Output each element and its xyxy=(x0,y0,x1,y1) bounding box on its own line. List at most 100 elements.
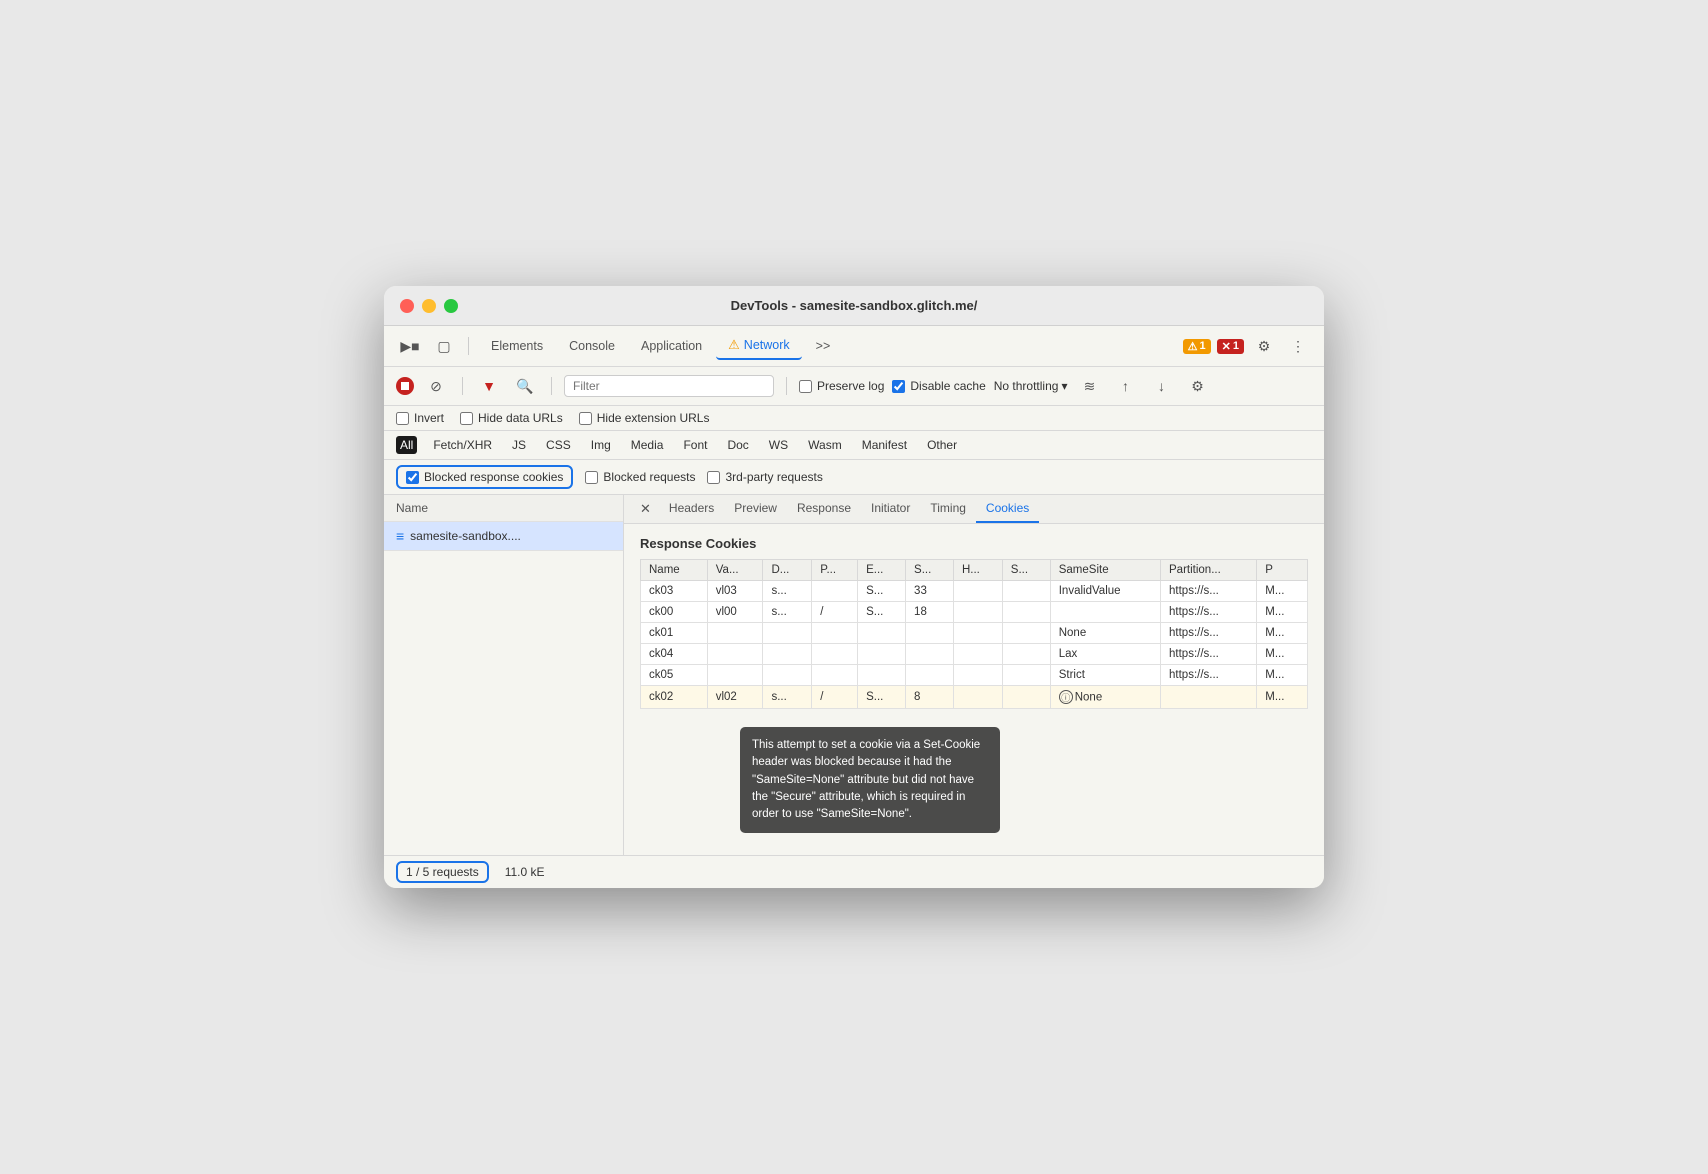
requests-badge: 1 / 5 requests xyxy=(396,861,489,883)
error-icon-badge: ✕ xyxy=(1222,340,1231,353)
tab-elements[interactable]: Elements xyxy=(479,334,555,358)
minimize-button[interactable] xyxy=(422,299,436,313)
type-all[interactable]: All xyxy=(396,436,417,454)
hide-extension-urls-checkbox[interactable] xyxy=(579,412,592,425)
cell-expires: S... xyxy=(858,602,906,623)
upload-icon[interactable]: ↑ xyxy=(1111,372,1139,400)
type-img[interactable]: Img xyxy=(587,436,615,454)
fullscreen-button[interactable] xyxy=(444,299,458,313)
throttle-select[interactable]: No throttling ▾ xyxy=(994,379,1068,393)
blocked-requests-checkbox[interactable] xyxy=(585,471,598,484)
cell-expires xyxy=(858,644,906,665)
cell-samesite: ⓘNone xyxy=(1050,686,1160,709)
more-icon[interactable]: ⋮ xyxy=(1284,332,1312,360)
cell-http xyxy=(953,644,1002,665)
blocked-response-cookies-label[interactable]: Blocked response cookies xyxy=(396,465,573,489)
table-row[interactable]: ck01 None https://s... M... xyxy=(641,623,1308,644)
search-icon[interactable]: 🔍 xyxy=(511,372,539,400)
status-bar: 1 / 5 requests 11.0 kE xyxy=(384,855,1324,888)
hide-extension-urls-label[interactable]: Hide extension URLs xyxy=(579,411,710,425)
type-manifest[interactable]: Manifest xyxy=(858,436,911,454)
type-font[interactable]: Font xyxy=(679,436,711,454)
cell-size xyxy=(906,623,954,644)
type-other[interactable]: Other xyxy=(923,436,961,454)
cell-name: ck01 xyxy=(641,623,708,644)
cookies-table: Name Va... D... P... E... S... H... S...… xyxy=(640,559,1308,709)
wifi-icon[interactable]: ≋ xyxy=(1075,372,1103,400)
tab-network[interactable]: ⚠ Network xyxy=(716,332,802,360)
cell-priority: M... xyxy=(1257,686,1308,709)
tab-response[interactable]: Response xyxy=(787,495,861,523)
tab-more[interactable]: >> xyxy=(804,334,843,358)
cell-partition: https://s... xyxy=(1161,581,1257,602)
filter-input[interactable] xyxy=(564,375,774,397)
type-wasm[interactable]: Wasm xyxy=(804,436,846,454)
table-row-highlighted[interactable]: ck02 vl02 s... / S... 8 ⓘNone xyxy=(641,686,1308,709)
cell-name: ck04 xyxy=(641,644,708,665)
third-party-requests-label[interactable]: 3rd-party requests xyxy=(707,470,822,484)
cell-partition: https://s... xyxy=(1161,602,1257,623)
preserve-log-checkbox[interactable] xyxy=(799,380,812,393)
cell-secure xyxy=(1002,581,1050,602)
table-row[interactable]: ck03 vl03 s... S... 33 InvalidValue http… xyxy=(641,581,1308,602)
hide-data-urls-checkbox[interactable] xyxy=(460,412,473,425)
table-row[interactable]: ck05 Strict https://s... M... xyxy=(641,665,1308,686)
table-row[interactable]: ck00 vl00 s... / S... 18 https://s... xyxy=(641,602,1308,623)
size-label: 11.0 kE xyxy=(505,865,545,879)
network-settings-icon[interactable]: ⚙ xyxy=(1183,372,1211,400)
filter-icon[interactable]: ▼ xyxy=(475,372,503,400)
cell-domain xyxy=(763,623,812,644)
list-item[interactable]: ≡ samesite-sandbox.... xyxy=(384,522,623,551)
device-icon[interactable]: ▢ xyxy=(430,332,458,360)
type-fetch-xhr[interactable]: Fetch/XHR xyxy=(429,436,496,454)
type-css[interactable]: CSS xyxy=(542,436,575,454)
tab-preview[interactable]: Preview xyxy=(724,495,787,523)
preserve-log-label[interactable]: Preserve log xyxy=(799,379,884,393)
type-media[interactable]: Media xyxy=(627,436,668,454)
invert-checkbox[interactable] xyxy=(396,412,409,425)
type-ws[interactable]: WS xyxy=(765,436,792,454)
type-js[interactable]: JS xyxy=(508,436,530,454)
tab-bar: ▶■ ▢ Elements Console Application ⚠ Netw… xyxy=(384,326,1324,367)
type-doc[interactable]: Doc xyxy=(723,436,752,454)
clear-icon[interactable]: ⊘ xyxy=(422,372,450,400)
settings-icon[interactable]: ⚙ xyxy=(1250,332,1278,360)
tab-console[interactable]: Console xyxy=(557,334,627,358)
cell-domain: s... xyxy=(763,686,812,709)
cell-samesite: None xyxy=(1050,623,1160,644)
cell-path xyxy=(812,644,858,665)
panel-content: Response Cookies Name Va... D... P... E.… xyxy=(624,524,1324,721)
disable-cache-label[interactable]: Disable cache xyxy=(892,379,985,393)
cursor-icon[interactable]: ▶■ xyxy=(396,332,424,360)
cell-domain: s... xyxy=(763,581,812,602)
content-area: Name ≡ samesite-sandbox.... ✕ Headers Pr… xyxy=(384,495,1324,855)
stop-button[interactable] xyxy=(396,377,414,395)
tab-timing[interactable]: Timing xyxy=(920,495,976,523)
cell-partition: https://s... xyxy=(1161,665,1257,686)
tooltip: This attempt to set a cookie via a Set-C… xyxy=(740,727,1000,833)
tab-initiator[interactable]: Initiator xyxy=(861,495,920,523)
cell-path xyxy=(812,665,858,686)
tab-application[interactable]: Application xyxy=(629,334,714,358)
col-domain: D... xyxy=(763,560,812,581)
close-button[interactable] xyxy=(400,299,414,313)
download-icon[interactable]: ↓ xyxy=(1147,372,1175,400)
tab-headers[interactable]: Headers xyxy=(659,495,724,523)
blocked-requests-label[interactable]: Blocked requests xyxy=(585,470,695,484)
cell-value xyxy=(707,665,763,686)
panel-tabs: ✕ Headers Preview Response Initiator Tim… xyxy=(624,495,1324,524)
cell-http xyxy=(953,686,1002,709)
warning-badge[interactable]: ⚠ 1 xyxy=(1183,339,1211,354)
close-panel-button[interactable]: ✕ xyxy=(632,495,659,523)
invert-label[interactable]: Invert xyxy=(396,411,444,425)
disable-cache-checkbox[interactable] xyxy=(892,380,905,393)
blocked-response-cookies-checkbox[interactable] xyxy=(406,471,419,484)
warn-icon-badge: ⚠ xyxy=(1188,340,1198,353)
tab-cookies[interactable]: Cookies xyxy=(976,495,1039,523)
hide-data-urls-label[interactable]: Hide data URLs xyxy=(460,411,563,425)
col-size: S... xyxy=(906,560,954,581)
error-badge[interactable]: ✕ 1 xyxy=(1217,339,1244,354)
cell-name: ck03 xyxy=(641,581,708,602)
third-party-requests-checkbox[interactable] xyxy=(707,471,720,484)
table-row[interactable]: ck04 Lax https://s... M... xyxy=(641,644,1308,665)
